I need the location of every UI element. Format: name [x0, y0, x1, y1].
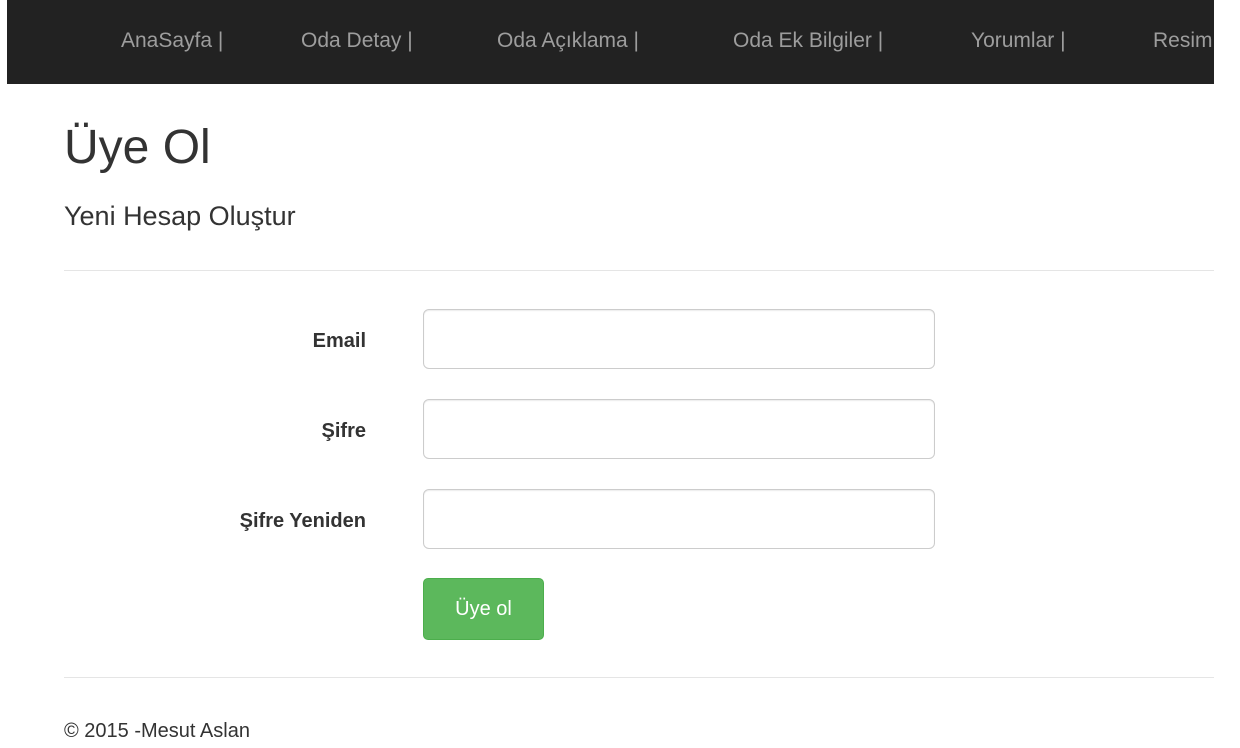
register-button[interactable]: Üye ol [423, 578, 544, 640]
email-field[interactable] [423, 309, 935, 369]
password-confirm-label: Şifre Yeniden [239, 510, 366, 532]
nav-item-yorumlar[interactable]: Yorumlar | [971, 27, 1066, 55]
password-label: Şifre [321, 420, 366, 442]
nav-item-anasayfa[interactable]: AnaSayfa | [121, 27, 223, 55]
divider [64, 677, 1214, 678]
divider [64, 270, 1214, 271]
page-title: Üye Ol [64, 121, 211, 174]
nav-item-oda-ek-bilgiler[interactable]: Oda Ek Bilgiler | [733, 27, 883, 55]
nav-item-oda-detay[interactable]: Oda Detay | [301, 27, 413, 55]
page-subtitle: Yeni Hesap Oluştur [64, 201, 296, 231]
nav-item-oda-aciklama[interactable]: Oda Açıklama | [497, 27, 639, 55]
password-confirm-field[interactable] [423, 489, 935, 549]
footer-copyright: © 2015 -Mesut Aslan [64, 720, 250, 742]
top-navbar: AnaSayfa | Oda Detay | Oda Açıklama | Od… [7, 0, 1214, 84]
nav-item-resim[interactable]: Resim [1153, 27, 1213, 55]
email-label: Email [312, 330, 366, 352]
password-field[interactable] [423, 399, 935, 459]
